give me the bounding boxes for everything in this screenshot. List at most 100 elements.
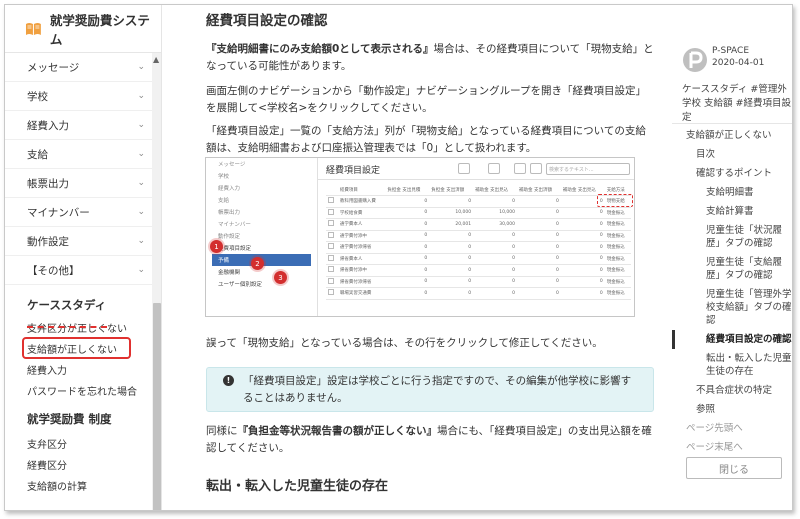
toc-item[interactable]: 児童生徒「管理外学校支給額」タブの確認 [672,285,792,330]
red-box-annotation [22,337,131,359]
step-badge-3: 3 [274,271,287,284]
step-badge-2: 2 [251,257,264,270]
toc-item[interactable]: 経費項目設定の確認 [672,330,792,349]
screenshot-nav-item: メッセージ [218,162,246,168]
right-panel: P-SPACE 2020-04-01 ケーススタディ #管理外学校 支給額 #経… [672,5,792,510]
system-list: 支弁区分 経費区分 支給額の計算 [5,433,161,496]
screenshot-search: 検索するテキスト... [546,163,630,175]
screenshot-table-cell [326,287,338,300]
paragraph-1: 『支給明細書にのみ支給額0として表示される』場合は、その経費項目について「現物支… [206,41,656,75]
screenshot-table-cell: 現金振込 [604,276,631,288]
close-button[interactable]: 閉じる [686,457,782,479]
case-study-item[interactable]: パスワードを忘れた場合 [5,380,161,401]
checkbox-icon [328,289,334,296]
toc-item[interactable]: ページ末尾へ [672,438,792,457]
sidebar-item[interactable]: 支給 ⌄ [5,140,161,169]
app-brand[interactable]: 就学奨励費システム [5,5,161,53]
screenshot-table-cell: 0 [473,287,518,300]
sidebar-scrollbar[interactable]: ▲ [152,53,161,510]
sidebar-item[interactable]: 動作設定 ⌄ [5,227,161,256]
sidebar-item[interactable]: 経費入力 ⌄ [5,111,161,140]
screenshot-nav-item: 動作設定 [218,234,241,240]
system-heading: 就学奨励費 制度 [27,412,112,426]
screenshot-table-cell [326,230,338,242]
sidebar-item[interactable]: 学校 ⌄ [5,82,161,111]
sidebar-item[interactable]: マイナンバー ⌄ [5,198,161,227]
screenshot-table-cell: 0 [429,276,474,288]
scroll-up-icon[interactable]: ▲ [153,55,159,64]
edit-icon [458,163,470,174]
step-badge-1: 1 [210,240,223,253]
info-note-text: 「経費項目設定」設定は学校ごとに行う指定ですので、その編集が他学校に影響すること… [243,375,632,404]
checkbox-icon [328,243,334,250]
sidebar-item-label: メッセージ [27,61,80,74]
toc-item[interactable]: 支給明細書 [672,183,792,202]
system-item[interactable]: 経費区分 [5,454,161,475]
chevron-down-icon: ⌄ [137,62,145,72]
red-dash-annotation [27,326,107,328]
screenshot-table-cell: 現金振込 [604,287,631,300]
sidebar-item[interactable]: 帳票出力 ⌄ [5,169,161,198]
screenshot-table-cell [326,207,338,219]
system-item[interactable]: 支給額の計算 [5,475,161,496]
screenshot-header: 経費項目設定 検索するテキスト... [318,158,634,180]
screenshot-table-row: 帰省費本人 0 0 0 0 0 現金振込 [326,253,631,265]
nav-list: メッセージ ⌄ 学校 ⌄ 経費入力 ⌄ 支給 ⌄ 帳票出力 ⌄ マイナンバー ⌄ 動作設定 ⌄ 【その他】 ⌄ [5,53,161,285]
toc-item[interactable]: 支給計算書 [672,202,792,221]
screenshot-table-cell: 通学費本人 [337,218,386,231]
toc-item[interactable]: 児童生徒「状況履歴」タブの確認 [672,221,792,253]
screenshot-sidebar: メッセージ 学校 経費入力 支給 帳票出力 マイナンバー 動作設定 経費項目設定 予備 金融機関ユ… [206,158,318,316]
screenshot-table-cell: 0 [385,241,430,254]
scrollbar-thumb[interactable] [153,303,161,510]
toc-item[interactable]: 目次 [672,145,792,164]
screenshot-table-cell: 帰省費付添帰省 [337,276,386,288]
system-item[interactable]: 支弁区分 [5,433,161,454]
sidebar: 就学奨励費システム メッセージ ⌄ 学校 ⌄ 経費入力 ⌄ 支給 ⌄ 帳票出力 ⌄ マイナンバー ⌄ 動… [5,5,162,510]
refresh-icon [514,163,526,174]
sidebar-item[interactable]: メッセージ ⌄ [5,53,161,82]
sidebar-item-label: マイナンバー [27,206,90,219]
paragraph-5-bold: 『負担金等状況報告書の額が正しくない』 [237,425,438,437]
checkbox-icon [328,220,334,227]
screenshot-table-cell: 0 [429,253,474,265]
copy-icon [530,163,542,174]
toc-item[interactable]: 児童生徒「支給履歴」タブの確認 [672,253,792,285]
screenshot-table-row: 通学費付添中 0 0 0 0 0 現金振込 [326,230,631,242]
sidebar-item-label: 動作設定 [27,235,69,248]
screenshot-table-row: 帰省費付添帰省 0 0 0 0 0 現金振込 [326,276,631,288]
case-study-item[interactable]: 経費入力 [5,359,161,380]
screenshot-table-cell: 現金振込 [604,218,631,231]
screenshot-table-cell: 現金振込 [604,230,631,242]
toc-item[interactable]: ページ先頭へ [672,419,792,438]
screenshot-table-cell: 0 [473,230,518,242]
screenshot-table-cell: 0 [473,241,518,254]
paragraph-4: 誤って「現物支給」となっている場合は、その行をクリックして修正してください。 [206,337,603,349]
screenshot-table-cell: 0 [560,241,605,254]
screenshot-column-header [326,184,338,196]
screenshot-table-cell: 現金振込 [604,253,631,265]
screenshot-column-header: 負担金 支出見積 [385,184,430,196]
screenshot-table-cell: 0 [385,218,430,231]
app-title: 就学奨励費システム [49,12,150,47]
tags[interactable]: ケーススタディ #管理外学校 支給額 #経費項目設定 [682,83,792,125]
toc-item[interactable]: 不具合症状の特定 [672,381,792,400]
screenshot-table-row: 通学費付添帰省 0 0 0 0 0 現金振込 [326,241,631,254]
checkbox-icon [328,277,334,284]
screenshot-table-cell: 0 [429,230,474,242]
screenshot-nav-item: 帳票出力 [218,210,241,216]
main-content: 経費項目設定の確認 『支給明細書にのみ支給額0として表示される』場合は、その経費… [162,5,672,510]
screenshot-table-cell: 教科用図書購入費 [337,195,386,208]
toc-item[interactable]: 参照 [672,400,792,419]
screenshot-table-cell: 0 [385,230,430,242]
sidebar-item[interactable]: 【その他】 ⌄ [5,256,161,285]
case-study-item[interactable]: 支給額が正しくない [5,337,161,359]
screenshot-table-cell: 0 [429,264,474,277]
book-icon [25,22,41,35]
toc-item[interactable]: 支給額が正しくない [672,126,792,145]
screenshot-table-cell: 0 [473,264,518,277]
toc-item[interactable]: 確認するポイント [672,164,792,183]
screenshot-nav-item: 学校 [218,174,230,180]
publish-date: 2020-04-01 [712,58,765,68]
screenshot-table-cell [326,241,338,254]
toc-item[interactable]: 転出・転入した児童生徒の存在 [672,349,792,381]
